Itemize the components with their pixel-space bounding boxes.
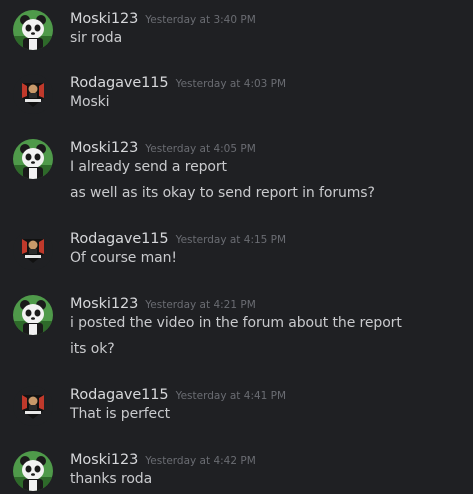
message-text: Moski <box>70 94 110 110</box>
message-author[interactable]: Moski123 <box>70 11 138 27</box>
rodagave-logo-avatar-icon[interactable] <box>13 74 53 114</box>
message-timestamp: Yesterday at 4:05 PM <box>145 143 256 155</box>
message-text: sir roda <box>70 30 123 46</box>
message-text: Of course man! <box>70 250 177 266</box>
message-timestamp: Yesterday at 4:42 PM <box>145 455 256 467</box>
rodagave-logo-avatar-icon[interactable] <box>13 230 53 270</box>
rodagave-logo-avatar-icon[interactable] <box>13 386 53 426</box>
panda-avatar-icon[interactable] <box>13 451 53 491</box>
message-text: That is perfect <box>70 406 171 422</box>
message-timestamp: Yesterday at 4:15 PM <box>175 234 287 246</box>
message-author[interactable]: Moski123 <box>70 296 138 312</box>
message-text: thanks roda <box>70 471 153 487</box>
message-timestamp: Yesterday at 4:03 PM <box>175 78 287 90</box>
chat-message-list: Moski123 Yesterday at 3:40 PM sir roda Ro… <box>0 0 473 494</box>
message-text: its ok? <box>70 341 115 357</box>
message-author[interactable]: Rodagave115 <box>70 75 169 91</box>
message-author[interactable]: Moski123 <box>70 452 138 468</box>
message-timestamp: Yesterday at 4:21 PM <box>145 299 256 311</box>
message-timestamp: Yesterday at 3:40 PM <box>145 14 256 26</box>
message-author[interactable]: Rodagave115 <box>70 231 169 247</box>
message-timestamp: Yesterday at 4:41 PM <box>175 390 287 402</box>
panda-avatar-icon[interactable] <box>13 139 53 179</box>
panda-avatar-icon[interactable] <box>13 10 53 50</box>
panda-avatar-icon[interactable] <box>13 295 53 335</box>
message-text: i posted the video in the forum about th… <box>70 315 402 331</box>
message-author[interactable]: Moski123 <box>70 140 138 156</box>
message-text: as well as its okay to send report in fo… <box>70 185 375 201</box>
message-author[interactable]: Rodagave115 <box>70 387 169 403</box>
message-text: I already send a report <box>70 159 227 175</box>
